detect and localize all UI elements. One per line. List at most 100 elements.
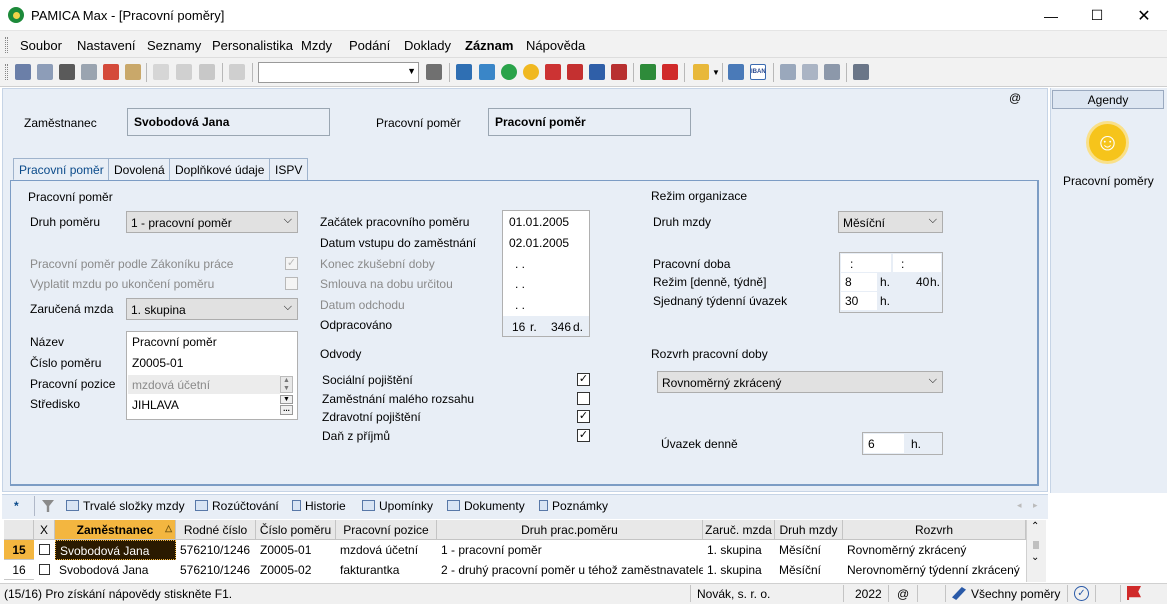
export-icon[interactable] <box>125 64 141 80</box>
bottom-tab-dokumenty[interactable]: Dokumenty <box>447 499 525 513</box>
row-number[interactable]: 15 <box>4 540 34 560</box>
pracovni-doba-from-input[interactable]: : <box>850 257 853 271</box>
menu-nastaveni[interactable]: Nastavení <box>77 38 136 53</box>
cell-rozvrh[interactable]: Rovnoměrný zkrácený <box>843 540 1026 560</box>
m-red-3-icon[interactable] <box>611 64 627 80</box>
cell-zamestnanec[interactable]: Svobodová Jana <box>55 540 176 560</box>
pracovni-doba-to-input[interactable]: : <box>901 257 904 271</box>
save-all-icon[interactable] <box>199 64 215 80</box>
flag-red-icon[interactable] <box>662 64 678 80</box>
cell-zaruc[interactable]: 1. skupina <box>703 560 775 580</box>
m-red-2-icon[interactable] <box>567 64 583 80</box>
bottom-tab-historie[interactable]: Historie <box>292 499 346 513</box>
tab-pracovni-pomer[interactable]: Pracovní poměr <box>13 158 110 181</box>
grid-header-zamestnanec[interactable]: Zaměstnanec △ <box>55 520 176 540</box>
menu-seznamy[interactable]: Seznamy <box>147 38 201 53</box>
grid-header-rodne-cislo[interactable]: Rodné číslo <box>176 520 256 540</box>
menu-zaznam[interactable]: Záznam <box>465 38 513 53</box>
person-yellow-icon[interactable] <box>523 64 539 80</box>
cislo-input[interactable]: Z0005-01 <box>132 356 183 370</box>
copy-icon[interactable] <box>229 64 245 80</box>
tab-dovolena[interactable]: Dovolená <box>108 158 171 180</box>
uvazek-input[interactable]: 30 <box>845 294 858 308</box>
row-checkbox[interactable] <box>39 544 50 555</box>
new-icon[interactable] <box>153 64 169 80</box>
pdf-icon[interactable] <box>103 64 119 80</box>
tab-doplnkove-udaje[interactable]: Doplňkové údaje <box>169 158 271 180</box>
folder-icon[interactable] <box>693 64 709 80</box>
calculator-icon[interactable] <box>728 64 744 80</box>
print-icon[interactable] <box>59 64 75 80</box>
menu-doklady[interactable]: Doklady <box>404 38 451 53</box>
m-red-icon[interactable] <box>545 64 561 80</box>
odvody-socialni-checkbox[interactable]: ✓ <box>577 373 590 386</box>
cell-rozvrh[interactable]: Nerovnoměrný týdenní zkrácený <box>843 560 1026 580</box>
cell-druh[interactable]: 2 - druhý pracovní poměr u téhož zaměstn… <box>437 560 703 580</box>
menu-podani[interactable]: Podání <box>349 38 390 53</box>
find-icon[interactable] <box>37 64 53 80</box>
scroll-thumb[interactable] <box>1033 541 1039 549</box>
close-button[interactable]: ✕ <box>1121 0 1167 31</box>
flag-green-icon[interactable] <box>640 64 656 80</box>
zakonik-checkbox[interactable]: ✓ <box>285 257 298 270</box>
person-accessibility-icon[interactable]: ☺ <box>1086 121 1129 164</box>
vstup-input[interactable]: 02.01.2005 <box>509 236 569 250</box>
zkusebni-input[interactable]: . . <box>515 257 525 271</box>
druh-mzdy-select[interactable]: Měsíční ⌵ <box>838 211 943 233</box>
document-icon[interactable] <box>824 64 840 80</box>
m-person-icon[interactable] <box>479 64 495 80</box>
bottom-tab-upominky[interactable]: Upomínky <box>362 499 433 513</box>
m-blue-2-icon[interactable] <box>589 64 605 80</box>
cell-druh-mzdy[interactable]: Měsíční <box>775 560 843 580</box>
smlouva-input[interactable]: . . <box>515 277 525 291</box>
zarucena-select[interactable]: 1. skupina ⌵ <box>126 298 298 320</box>
uvazek-denne-input[interactable]: 6 <box>868 437 875 451</box>
odvody-maly-rozsah-checkbox[interactable] <box>577 392 590 405</box>
odvody-zdravotni-checkbox[interactable]: ✓ <box>577 410 590 423</box>
scroll-down-icon[interactable]: ⌄ <box>1031 552 1039 563</box>
bottom-tab-rozuctovani[interactable]: Rozúčtování <box>195 499 279 513</box>
nazev-input[interactable]: Pracovní poměr <box>132 335 217 349</box>
pozice-spin-button[interactable]: ▲ ▼ <box>280 376 293 393</box>
agendy-item-label[interactable]: Pracovní poměry <box>1063 174 1154 188</box>
chevron-down-icon[interactable]: ▼ <box>712 68 720 77</box>
bottom-tab-trvale[interactable]: Trvalé složky mzdy <box>66 499 185 513</box>
row-checkbox[interactable] <box>39 564 50 575</box>
cell-pozice[interactable]: fakturantka <box>336 560 437 580</box>
menu-napoveda[interactable]: Nápověda <box>526 38 585 53</box>
stredisko-dropdown-button[interactable]: ▼ <box>280 395 293 404</box>
iban-icon[interactable]: IBAN <box>750 64 766 80</box>
cell-zaruc[interactable]: 1. skupina <box>703 540 775 560</box>
scroll-up-icon[interactable]: ⌃ <box>1031 521 1039 532</box>
print-preview-icon[interactable] <box>81 64 97 80</box>
maximize-button[interactable]: ☐ <box>1074 0 1120 31</box>
menu-mzdy[interactable]: Mzdy <box>301 38 332 53</box>
cell-druh[interactable]: 1 - pracovní poměr <box>437 540 703 560</box>
cell-cislo-pomeru[interactable]: Z0005-02 <box>256 560 336 580</box>
cell-rodne-cislo[interactable]: 576210/1246 <box>176 540 256 560</box>
odchod-input[interactable]: . . <box>515 298 525 312</box>
check-circle-icon[interactable]: ✓ <box>1074 586 1089 601</box>
rozvrh-select[interactable]: Rovnoměrný zkrácený ⌵ <box>657 371 943 393</box>
stredisko-browse-button[interactable]: ... <box>280 405 293 415</box>
cell-pozice[interactable]: mzdová účetní <box>336 540 437 560</box>
m-blue-icon[interactable] <box>456 64 472 80</box>
grid-header-x[interactable]: X <box>34 520 55 540</box>
stredisko-input[interactable]: JIHLAVA <box>132 398 179 412</box>
grid-header-rozvrh[interactable]: Rozvrh <box>843 520 1026 540</box>
minimize-button[interactable]: — <box>1028 0 1074 31</box>
grid-header-zaruc[interactable]: Zaruč. mzda <box>703 520 775 540</box>
open-icon[interactable] <box>15 64 31 80</box>
cell-zamestnanec[interactable]: Svobodová Jana <box>55 560 176 580</box>
bottom-tab-poznamky[interactable]: Poznámky <box>539 499 608 513</box>
toolbar-combo[interactable]: ▼ <box>258 62 419 83</box>
druh-pomeru-select[interactable]: 1 - pracovní poměr ⌵ <box>126 211 298 233</box>
pozice-input[interactable]: mzdová účetní <box>132 378 210 392</box>
grid-header-cislo-pomeru[interactable]: Číslo poměru <box>256 520 336 540</box>
menu-soubor[interactable]: Soubor <box>20 38 62 53</box>
grid-header-pozice[interactable]: Pracovní pozice <box>336 520 437 540</box>
save-icon[interactable] <box>176 64 192 80</box>
tab-scroll-left-icon[interactable]: ◂ <box>1017 500 1022 511</box>
grid-header-druh-mzdy[interactable]: Druh mzdy <box>775 520 843 540</box>
tab-ispv[interactable]: ISPV <box>269 158 309 180</box>
